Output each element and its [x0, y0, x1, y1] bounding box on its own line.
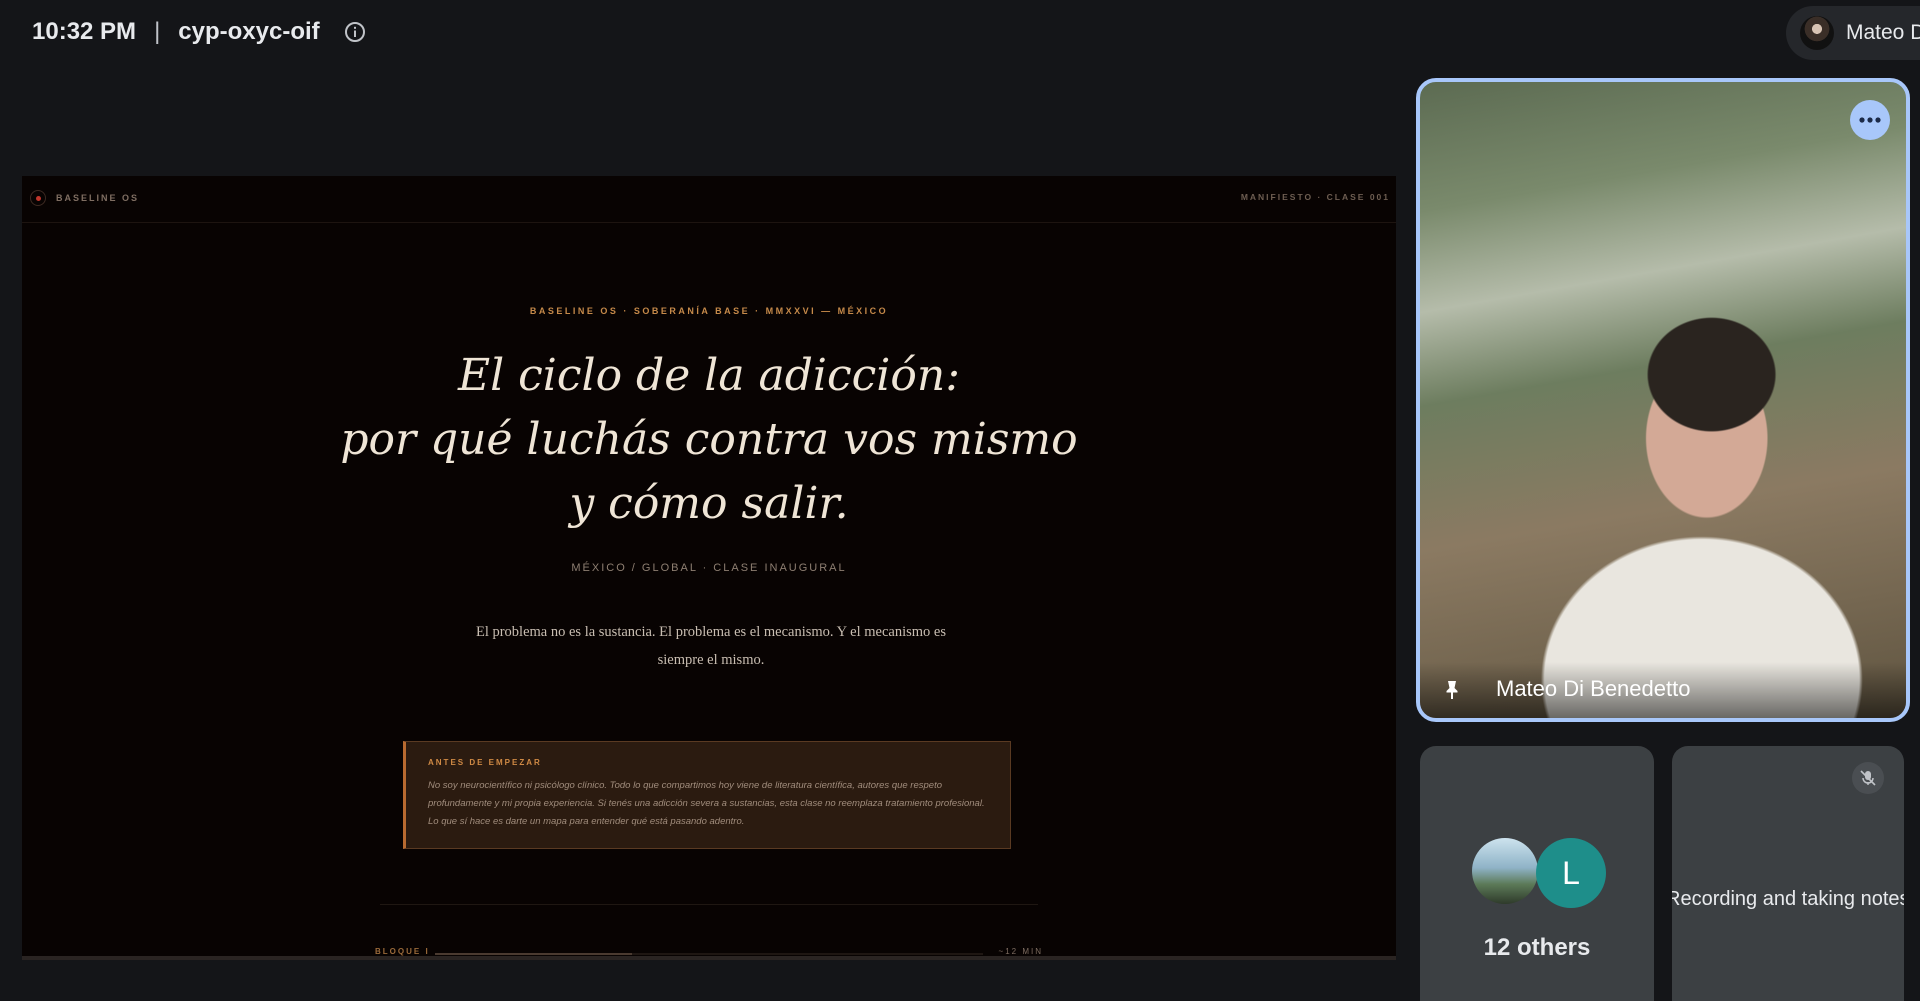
disclaimer-box: ANTES DE EMPEZAR No soy neurocientífico …: [403, 741, 1011, 849]
others-tile[interactable]: L 12 others: [1420, 746, 1654, 1001]
pin-icon[interactable]: [1440, 678, 1464, 702]
avatar-letter: L: [1536, 838, 1606, 908]
disclaimer-title: ANTES DE EMPEZAR: [428, 758, 542, 767]
avatar: [1472, 838, 1538, 904]
headline-line: El ciclo de la adicción:: [457, 350, 961, 401]
slide-lead: El problema no es la sustancia. El probl…: [475, 624, 947, 668]
presentation-screen[interactable]: BASELINE OS MANIFIESTO · CLASE 001 BASEL…: [22, 176, 1396, 960]
self-name: Mateo D: [1846, 21, 1920, 44]
slide-bottom-edge: [22, 956, 1396, 960]
disclaimer-text: No soy neurocientífico ni psicólogo clín…: [428, 780, 985, 827]
slide-headline: El ciclo de la adicción: por qué luchás …: [22, 344, 1396, 536]
block-duration: ~12 MIN: [998, 947, 1043, 956]
headline-line: por qué luchás contra vos mismo: [340, 414, 1078, 465]
slide-tagline: MÉXICO / GLOBAL · CLASE INAUGURAL: [571, 562, 847, 574]
slide-brand: BASELINE OS: [30, 190, 139, 206]
slide-eyebrow: BASELINE OS · SOBERANÍA BASE · MMXXVI — …: [529, 306, 889, 316]
notes-tile[interactable]: Recording and taking notes: [1672, 746, 1904, 1001]
brand-dot-icon: [30, 190, 46, 206]
block-progress-bar: [435, 953, 983, 955]
headline-line: y cómo salir.: [569, 478, 849, 529]
info-icon[interactable]: [344, 21, 366, 43]
slide-header: BASELINE OS MANIFIESTO · CLASE 001: [22, 176, 1396, 223]
meeting-info: 10:32 PM | cyp-oxyc-oif: [32, 14, 366, 50]
brand-label: BASELINE OS: [56, 193, 140, 203]
top-bar: 10:32 PM | cyp-oxyc-oif Mateo D: [0, 0, 1920, 64]
block-progress-fill: [435, 953, 633, 955]
speaker-video-tile[interactable]: Mateo Di Benedetto: [1416, 78, 1910, 722]
separator: |: [154, 18, 161, 45]
mic-off-icon: [1852, 762, 1884, 794]
block-label: BLOQUE I: [375, 947, 430, 956]
meeting-code: cyp-oxyc-oif: [178, 18, 320, 45]
divider: [380, 904, 1038, 905]
clock: 10:32 PM: [32, 18, 137, 45]
avatar: [1800, 16, 1834, 50]
self-view-pill[interactable]: Mateo D: [1786, 6, 1920, 60]
slide-meta: MANIFIESTO · CLASE 001: [1240, 192, 1390, 202]
others-count: 12 others: [1483, 934, 1591, 961]
speaker-name: Mateo Di Benedetto: [1496, 676, 1691, 701]
notes-label: Recording and taking notes: [1672, 888, 1904, 910]
more-options-icon[interactable]: [1850, 100, 1890, 140]
